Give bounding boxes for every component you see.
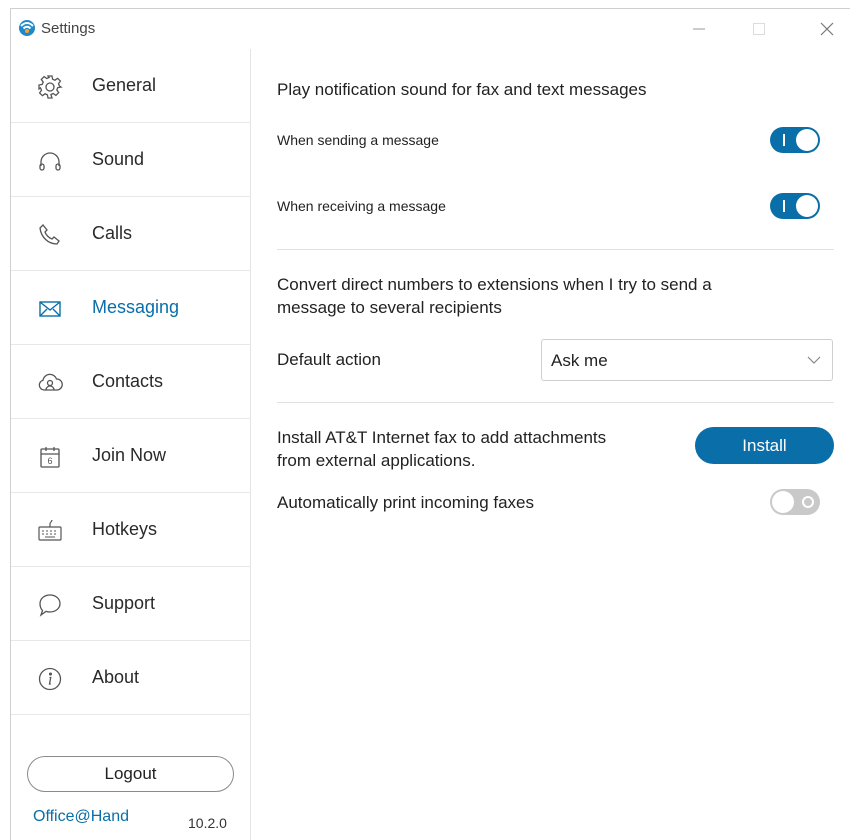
minimize-icon	[693, 28, 705, 30]
app-logo-icon	[17, 17, 37, 37]
sidebar-item-label: Sound	[92, 149, 145, 169]
app-version: 10.2.0	[188, 815, 227, 831]
logout-button[interactable]: Logout	[27, 756, 234, 792]
install-text-line-2: from external applications.	[277, 451, 476, 470]
toggle-on-mark	[783, 134, 785, 146]
sidebar-item-label: About	[92, 667, 140, 687]
sidebar-item-general[interactable]: General	[11, 49, 251, 123]
sidebar-item-calls[interactable]: Calls	[11, 197, 251, 271]
headphones-icon	[37, 148, 63, 174]
sidebar-item-contacts[interactable]: Contacts	[11, 345, 251, 419]
close-icon	[820, 22, 834, 36]
info-icon	[37, 666, 63, 692]
gear-icon	[37, 74, 63, 100]
section-divider	[277, 249, 834, 250]
sidebar-item-about[interactable]: About	[11, 641, 251, 715]
sidebar-item-label: Messaging	[92, 297, 180, 317]
close-button[interactable]	[804, 13, 850, 45]
sidebar-item-hotkeys[interactable]: Hotkeys	[11, 493, 251, 567]
sidebar-item-messaging[interactable]: Messaging	[11, 271, 251, 345]
sidebar-item-label: Calls	[92, 223, 133, 243]
sidebar-item-label: General	[92, 75, 157, 95]
sidebar-item-support[interactable]: Support	[11, 567, 251, 641]
sidebar: General Sound Calls Messaging Contacts 6…	[11, 49, 251, 840]
auto-print-label: Automatically print incoming faxes	[277, 493, 535, 512]
sound-section-heading: Play notification sound for fax and text…	[277, 80, 647, 99]
title-bar: Settings	[11, 9, 850, 49]
sidebar-item-label: Hotkeys	[92, 519, 158, 539]
convert-heading-line-2: message to several recipients	[277, 298, 502, 317]
sidebar-item-label: Contacts	[92, 371, 164, 391]
svg-text:6: 6	[47, 456, 52, 466]
section-divider	[277, 402, 834, 403]
maximize-icon	[753, 23, 765, 35]
install-button[interactable]: Install	[695, 427, 834, 464]
minimize-button[interactable]	[676, 13, 722, 45]
chat-bubble-icon	[37, 592, 63, 618]
sidebar-item-label: Support	[92, 593, 156, 613]
toggle-knob	[796, 129, 818, 151]
phone-icon	[37, 222, 63, 248]
sidebar-item-join-now[interactable]: 6 Join Now	[11, 419, 251, 493]
envelope-icon	[37, 296, 63, 322]
toggle-on-mark	[783, 200, 785, 212]
auto-print-toggle[interactable]	[770, 489, 820, 515]
toggle-knob	[796, 195, 818, 217]
install-text-line-1: Install AT&T Internet fax to add attachm…	[277, 428, 607, 447]
maximize-button[interactable]	[736, 13, 782, 45]
brand-name: Office@Hand	[33, 808, 129, 825]
cloud-contacts-icon	[37, 370, 63, 396]
when-sending-toggle[interactable]	[770, 127, 820, 153]
chevron-down-icon	[806, 352, 822, 373]
toggle-knob	[772, 491, 794, 513]
sidebar-item-sound[interactable]: Sound	[11, 123, 251, 197]
default-action-label: Default action	[277, 350, 381, 369]
toggle-off-mark	[802, 496, 814, 508]
sidebar-item-label: Join Now	[92, 445, 167, 465]
convert-heading-line-1: Convert direct numbers to extensions whe…	[277, 275, 712, 294]
calendar-icon: 6	[37, 444, 63, 470]
when-receiving-label: When receiving a message	[277, 198, 446, 214]
default-action-value: Ask me	[551, 351, 608, 370]
settings-window: Settings General Sound Calls Messaging C…	[10, 8, 850, 840]
default-action-select[interactable]: Ask me	[541, 339, 833, 381]
when-sending-label: When sending a message	[277, 132, 439, 148]
when-receiving-toggle[interactable]	[770, 193, 820, 219]
keyboard-icon	[37, 518, 63, 544]
messaging-settings-panel: Play notification sound for fax and text…	[251, 49, 850, 840]
window-title: Settings	[41, 20, 96, 37]
